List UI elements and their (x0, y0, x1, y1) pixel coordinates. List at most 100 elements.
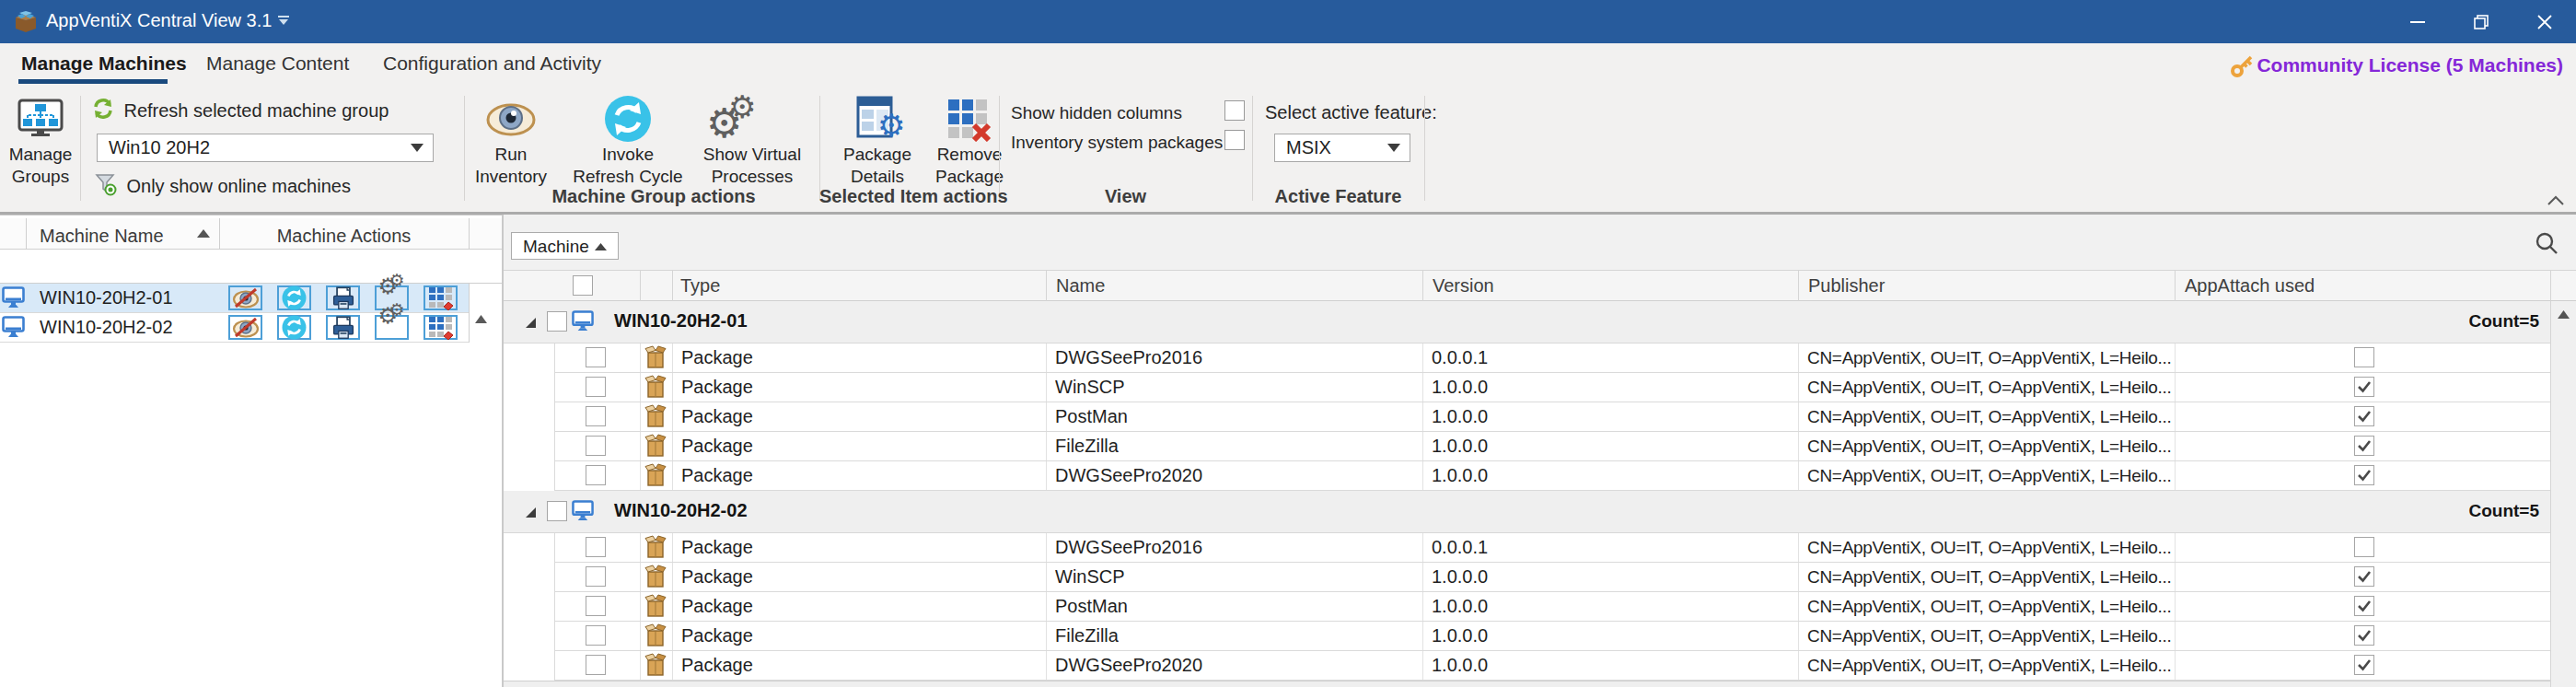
dropdown-arrow-icon (1387, 144, 1400, 152)
machine-report-button[interactable] (326, 285, 360, 310)
package-version: 1.0.0.0 (1432, 406, 1488, 427)
tab-bar: Manage Machines Manage Content Configura… (0, 43, 2576, 90)
tab-configuration-activity[interactable]: Configuration and Activity (383, 52, 601, 75)
package-type: Package (681, 436, 753, 457)
appattach-checkbox[interactable] (2354, 406, 2374, 426)
row-checkbox[interactable] (586, 377, 606, 397)
machine-row[interactable]: WIN10-20H2-02⚙⚙ (0, 313, 469, 343)
monitor-icon (572, 500, 594, 522)
row-checkbox[interactable] (586, 625, 606, 646)
minimize-button[interactable] (2385, 0, 2449, 43)
machine-list-panel: Machine Name Machine Actions WIN10-20H2-… (0, 215, 502, 687)
collapse-group-icon[interactable] (525, 507, 537, 518)
active-feature-dropdown[interactable]: MSIX (1274, 134, 1410, 162)
remove-packages-button[interactable] (424, 285, 458, 310)
machine-name-column-header[interactable]: Machine Name (40, 226, 164, 247)
package-row[interactable]: Package FileZilla 1.0.0.0 CN=AppVentiX, … (554, 432, 2550, 461)
window-title: AppVentiX Central View 3.1 (46, 10, 272, 31)
only-online-label: Only show online machines (126, 176, 350, 196)
row-checkbox[interactable] (586, 406, 606, 426)
machine-report-button[interactable] (326, 315, 360, 340)
appattach-checkbox[interactable] (2354, 566, 2374, 587)
group-label-selected-item-actions: Selected Item actions (819, 186, 1004, 207)
group-count: Count=5 (2468, 501, 2539, 521)
ribbon-collapse-icon[interactable] (2547, 193, 2565, 210)
package-name: FileZilla (1055, 625, 1119, 646)
only-online-toggle[interactable]: Only show online machines (94, 173, 351, 200)
group-row[interactable]: WIN10-20H2-02 Count=5 (504, 491, 2550, 533)
monitor-icon (572, 310, 594, 332)
machine-list-scroll-up-icon[interactable] (475, 315, 487, 323)
group-row[interactable]: WIN10-20H2-01 Count=5 (504, 301, 2550, 344)
vertical-scrollbar[interactable] (2550, 301, 2576, 687)
run-inventory-button[interactable]: Run Inventory (458, 94, 564, 188)
row-checkbox[interactable] (586, 537, 606, 557)
package-row[interactable]: Package WinSCP 1.0.0.0 CN=AppVentiX, OU=… (554, 563, 2550, 592)
package-row[interactable]: Package DWGSeePro2020 1.0.0.0 CN=AppVent… (554, 461, 2550, 491)
package-row[interactable]: Package WinSCP 1.0.0.0 CN=AppVentiX, OU=… (554, 373, 2550, 402)
appattach-checkbox[interactable] (2354, 537, 2374, 557)
row-checkbox[interactable] (586, 436, 606, 456)
horizontal-scrollbar[interactable] (504, 681, 2550, 687)
machine-filter-row[interactable] (0, 250, 502, 284)
invoke-refresh-cycle-button[interactable] (277, 285, 311, 310)
package-name: DWGSeePro2020 (1055, 465, 1202, 486)
manage-groups-icon (2, 94, 79, 144)
appattach-checkbox[interactable] (2354, 655, 2374, 675)
row-checkbox[interactable] (586, 347, 606, 367)
package-row[interactable]: Package PostMan 1.0.0.0 CN=AppVentiX, OU… (554, 402, 2550, 432)
package-icon (644, 375, 667, 400)
invoke-refresh-cycle-button[interactable]: Invoke Refresh Cycle (568, 94, 688, 188)
maximize-button[interactable] (2449, 0, 2512, 43)
group-checkbox[interactable] (547, 311, 567, 332)
grid-eraser-icon (428, 316, 454, 340)
remove-package-button[interactable]: Remove Package (921, 94, 1018, 188)
pin-icon[interactable] (276, 14, 291, 32)
close-button[interactable] (2512, 0, 2576, 43)
package-publisher: CN=AppVentiX, OU=IT, O=AppVentiX, L=Heil… (1807, 538, 2172, 558)
package-row[interactable]: Package FileZilla 1.0.0.0 CN=AppVentiX, … (554, 622, 2550, 651)
group-label-active-feature: Active Feature (1252, 186, 1424, 207)
package-row[interactable]: Package DWGSeePro2016 0.0.0.1 CN=AppVent… (554, 533, 2550, 563)
package-details-button[interactable]: ⚙ Package Details (828, 94, 927, 188)
hide-inventory-button[interactable] (228, 315, 262, 340)
show-processes-button[interactable]: ⚙⚙ (375, 315, 409, 340)
group-checkbox[interactable] (547, 501, 567, 521)
appattach-checkbox[interactable] (2354, 347, 2374, 367)
row-checkbox[interactable] (586, 465, 606, 485)
show-virtual-label-2: Processes (688, 166, 817, 188)
package-publisher: CN=AppVentiX, OU=IT, O=AppVentiX, L=Heil… (1807, 626, 2172, 646)
show-virtual-processes-button[interactable]: ⚙ ⚙ Show Virtual Processes (688, 94, 817, 188)
collapse-group-icon[interactable] (525, 317, 537, 329)
invoke-refresh-cycle-button[interactable] (277, 315, 311, 340)
package-row[interactable]: Package DWGSeePro2016 0.0.0.1 CN=AppVent… (554, 344, 2550, 373)
row-checkbox[interactable] (586, 596, 606, 616)
appattach-checkbox[interactable] (2354, 436, 2374, 456)
package-icon (644, 345, 667, 370)
package-row[interactable]: Package DWGSeePro2020 1.0.0.0 CN=AppVent… (554, 651, 2550, 681)
tab-manage-content[interactable]: Manage Content (206, 52, 349, 75)
refresh-group-button[interactable]: Refresh selected machine group (92, 98, 389, 123)
machine-group-dropdown[interactable]: Win10 20H2 (97, 134, 434, 162)
inventory-system-packages-checkbox[interactable] (1224, 130, 1245, 150)
row-checkbox[interactable] (586, 655, 606, 675)
manage-groups-label-1: Manage (2, 144, 79, 166)
appattach-checkbox[interactable] (2354, 377, 2374, 397)
row-checkbox[interactable] (586, 566, 606, 587)
appattach-checkbox[interactable] (2354, 596, 2374, 616)
show-hidden-columns-checkbox[interactable] (1224, 100, 1245, 121)
tab-manage-machines[interactable]: Manage Machines (21, 52, 187, 75)
hide-inventory-button[interactable] (228, 285, 262, 310)
manage-groups-button[interactable]: Manage Groups (2, 94, 79, 188)
scroll-up-icon[interactable] (2558, 310, 2570, 319)
package-icon (644, 623, 667, 648)
group-count: Count=5 (2468, 311, 2539, 332)
machine-actions-column-header[interactable]: Machine Actions (219, 226, 469, 247)
package-row[interactable]: Package PostMan 1.0.0.0 CN=AppVentiX, OU… (554, 592, 2550, 622)
appattach-checkbox[interactable] (2354, 625, 2374, 646)
package-publisher: CN=AppVentiX, OU=IT, O=AppVentiX, L=Heil… (1807, 466, 2172, 486)
package-name: WinSCP (1055, 566, 1125, 588)
package-version: 1.0.0.0 (1432, 377, 1488, 398)
remove-packages-button[interactable] (424, 315, 458, 340)
appattach-checkbox[interactable] (2354, 465, 2374, 485)
